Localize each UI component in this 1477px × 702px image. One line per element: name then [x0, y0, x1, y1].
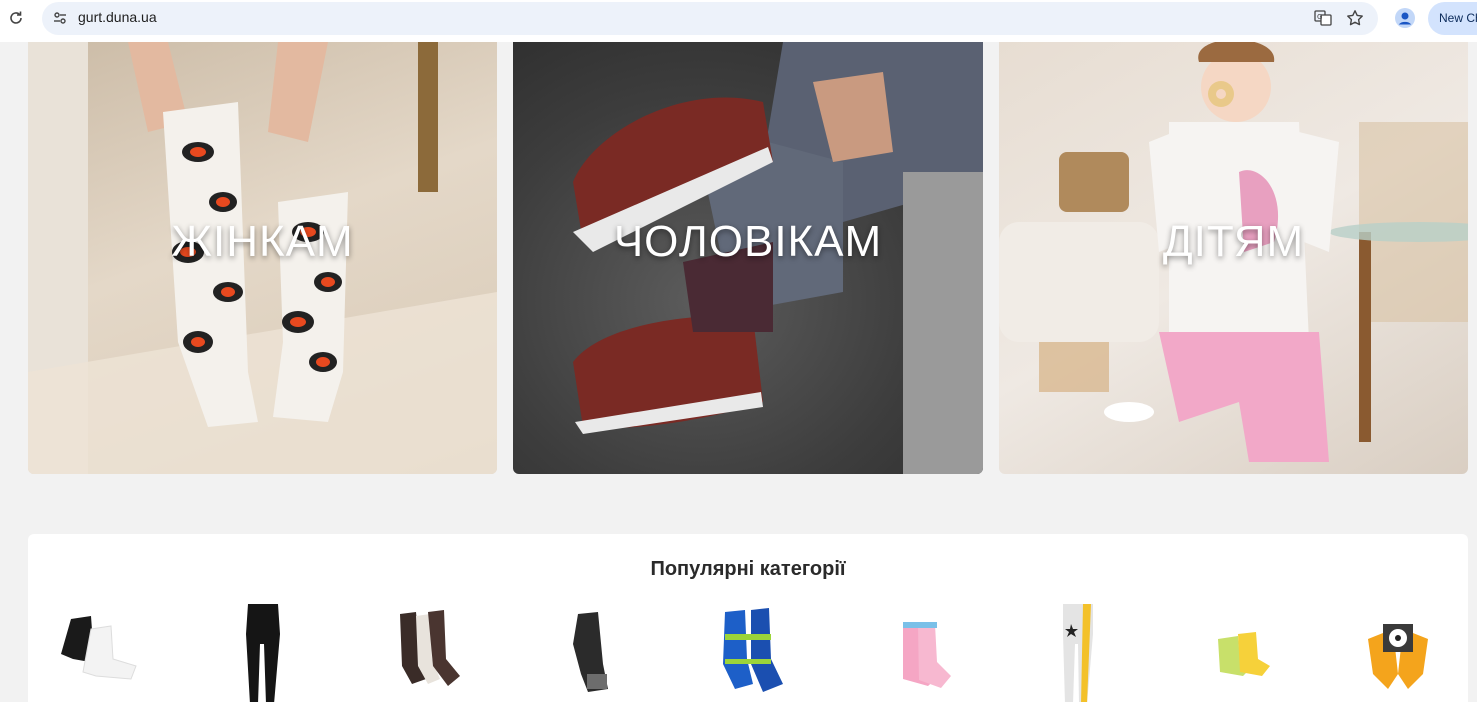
kids-socks-penguin-icon	[1368, 624, 1428, 689]
profile-avatar-icon[interactable]	[1394, 7, 1416, 29]
site-info-icon[interactable]	[50, 8, 70, 28]
popular-category-item[interactable]	[213, 604, 313, 702]
baby-socks-yellow-icon	[1218, 632, 1270, 676]
popular-category-item[interactable]	[1348, 604, 1448, 702]
socks-black-white-icon	[61, 616, 137, 680]
popular-category-item[interactable]	[1193, 604, 1293, 702]
address-bar[interactable]	[42, 2, 1378, 35]
sport-socks-blue-icon	[723, 608, 783, 692]
popular-categories-section: Популярні категорії	[28, 534, 1468, 702]
section-title: Популярні категорії	[650, 558, 846, 580]
tile-label-kids[interactable]: ДІТЯМ	[999, 217, 1468, 267]
url-text[interactable]: gurt.duna.ua	[78, 9, 157, 25]
translate-icon[interactable]: G	[1312, 7, 1334, 29]
category-tile-men[interactable]: ЧОЛОВІКАМ	[513, 42, 983, 474]
bookmark-star-icon[interactable]	[1344, 7, 1366, 29]
category-tile-kids[interactable]: ДІТЯМ	[999, 42, 1468, 474]
popular-category-item[interactable]	[538, 604, 638, 702]
browser-toolbar: gurt.duna.ua G New Ch	[0, 0, 1477, 42]
popular-category-item[interactable]	[698, 604, 798, 702]
svg-text:G: G	[1317, 13, 1322, 21]
kids-socks-pink-icon	[903, 622, 951, 688]
kids-tights-icon	[1063, 604, 1093, 702]
new-chrome-button[interactable]: New Ch	[1428, 2, 1477, 35]
popular-category-item[interactable]	[373, 604, 473, 702]
tile-label-men[interactable]: ЧОЛОВІКАМ	[513, 217, 983, 267]
socks-brown-icon	[400, 610, 460, 686]
popular-category-item[interactable]	[1028, 604, 1128, 702]
popular-category-item[interactable]	[46, 604, 146, 702]
category-tile-women[interactable]: ЖІНКАМ	[28, 42, 497, 474]
tights-black-icon	[246, 604, 280, 702]
reload-icon[interactable]	[6, 8, 26, 28]
tile-label-women[interactable]: ЖІНКАМ	[28, 217, 497, 267]
popular-category-item[interactable]	[868, 604, 968, 702]
sock-dark-grey-icon	[573, 612, 608, 692]
